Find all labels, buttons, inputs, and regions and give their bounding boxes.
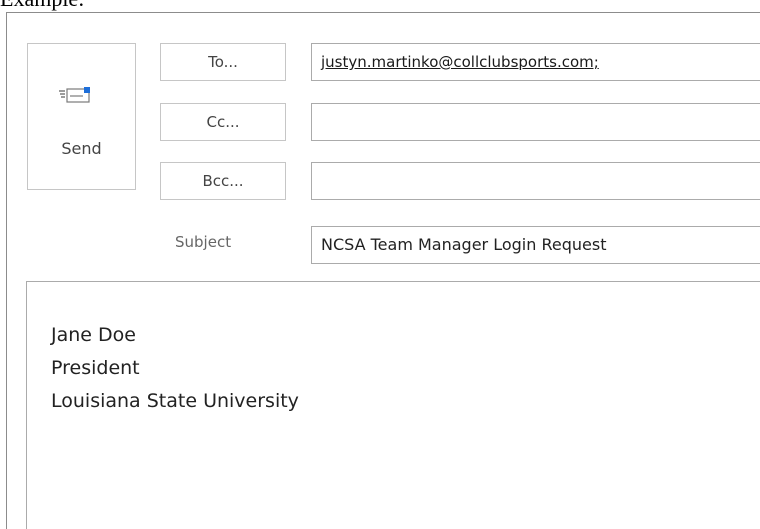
send-envelope-icon bbox=[59, 87, 90, 103]
bcc-button[interactable]: Bcc... bbox=[160, 162, 286, 200]
to-button[interactable]: To... bbox=[160, 43, 286, 81]
send-button[interactable]: Send bbox=[27, 43, 136, 190]
cc-button[interactable]: Cc... bbox=[160, 103, 286, 141]
signature-name: Jane Doe bbox=[51, 324, 136, 346]
cc-field[interactable] bbox=[311, 103, 760, 141]
bcc-field[interactable] bbox=[311, 162, 760, 200]
email-compose-screenshot: Example: Send To... Cc... Bcc... justyn.… bbox=[0, 0, 760, 529]
send-label: Send bbox=[61, 139, 102, 158]
subject-label: Subject bbox=[175, 233, 232, 251]
message-body[interactable]: Jane Doe President Louisiana State Unive… bbox=[26, 281, 760, 529]
example-caption: Example: bbox=[0, 0, 84, 10]
subject-field[interactable]: NCSA Team Manager Login Request bbox=[311, 226, 760, 264]
signature-organization: Louisiana State University bbox=[51, 390, 299, 412]
to-recipient[interactable]: justyn.martinko@collclubsports.com; bbox=[321, 53, 599, 71]
signature-title: President bbox=[51, 357, 140, 379]
to-field[interactable]: justyn.martinko@collclubsports.com; bbox=[311, 43, 760, 81]
